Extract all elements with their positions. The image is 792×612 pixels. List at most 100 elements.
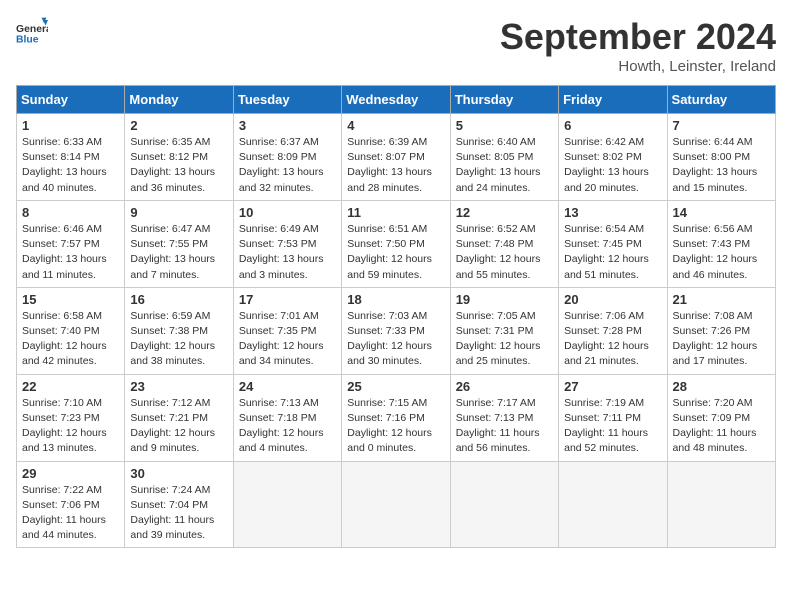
day-info: Sunrise: 6:47 AM Sunset: 7:55 PM Dayligh… — [130, 222, 227, 283]
day-number: 25 — [347, 379, 444, 394]
header-thursday: Thursday — [450, 86, 558, 114]
calendar-header-row: Sunday Monday Tuesday Wednesday Thursday… — [17, 86, 776, 114]
calendar-week-row: 8 Sunrise: 6:46 AM Sunset: 7:57 PM Dayli… — [17, 200, 776, 287]
day-info: Sunrise: 7:15 AM Sunset: 7:16 PM Dayligh… — [347, 396, 444, 457]
day-number: 7 — [673, 118, 770, 133]
day-info: Sunrise: 6:42 AM Sunset: 8:02 PM Dayligh… — [564, 135, 661, 196]
title-section: September 2024 Howth, Leinster, Ireland — [500, 16, 776, 75]
day-number: 12 — [456, 205, 553, 220]
calendar-cell: 7 Sunrise: 6:44 AM Sunset: 8:00 PM Dayli… — [667, 114, 775, 201]
day-number: 28 — [673, 379, 770, 394]
day-number: 22 — [22, 379, 119, 394]
calendar-week-row: 29 Sunrise: 7:22 AM Sunset: 7:06 PM Dayl… — [17, 461, 776, 548]
calendar-cell: 29 Sunrise: 7:22 AM Sunset: 7:06 PM Dayl… — [17, 461, 125, 548]
day-number: 9 — [130, 205, 227, 220]
calendar-cell: 14 Sunrise: 6:56 AM Sunset: 7:43 PM Dayl… — [667, 200, 775, 287]
day-number: 10 — [239, 205, 336, 220]
day-info: Sunrise: 7:24 AM Sunset: 7:04 PM Dayligh… — [130, 483, 227, 544]
day-info: Sunrise: 6:54 AM Sunset: 7:45 PM Dayligh… — [564, 222, 661, 283]
calendar-cell: 15 Sunrise: 6:58 AM Sunset: 7:40 PM Dayl… — [17, 287, 125, 374]
calendar-cell: 19 Sunrise: 7:05 AM Sunset: 7:31 PM Dayl… — [450, 287, 558, 374]
calendar-cell: 11 Sunrise: 6:51 AM Sunset: 7:50 PM Dayl… — [342, 200, 450, 287]
calendar-cell: 5 Sunrise: 6:40 AM Sunset: 8:05 PM Dayli… — [450, 114, 558, 201]
calendar-cell: 23 Sunrise: 7:12 AM Sunset: 7:21 PM Dayl… — [125, 374, 233, 461]
day-number: 30 — [130, 466, 227, 481]
calendar-cell: 17 Sunrise: 7:01 AM Sunset: 7:35 PM Dayl… — [233, 287, 341, 374]
calendar-cell: 24 Sunrise: 7:13 AM Sunset: 7:18 PM Dayl… — [233, 374, 341, 461]
calendar-cell: 22 Sunrise: 7:10 AM Sunset: 7:23 PM Dayl… — [17, 374, 125, 461]
calendar-cell — [667, 461, 775, 548]
day-number: 5 — [456, 118, 553, 133]
day-info: Sunrise: 6:40 AM Sunset: 8:05 PM Dayligh… — [456, 135, 553, 196]
calendar-cell — [233, 461, 341, 548]
day-info: Sunrise: 6:44 AM Sunset: 8:00 PM Dayligh… — [673, 135, 770, 196]
day-info: Sunrise: 7:01 AM Sunset: 7:35 PM Dayligh… — [239, 309, 336, 370]
day-info: Sunrise: 6:39 AM Sunset: 8:07 PM Dayligh… — [347, 135, 444, 196]
day-info: Sunrise: 6:51 AM Sunset: 7:50 PM Dayligh… — [347, 222, 444, 283]
calendar-cell: 13 Sunrise: 6:54 AM Sunset: 7:45 PM Dayl… — [559, 200, 667, 287]
day-info: Sunrise: 7:06 AM Sunset: 7:28 PM Dayligh… — [564, 309, 661, 370]
calendar-cell: 25 Sunrise: 7:15 AM Sunset: 7:16 PM Dayl… — [342, 374, 450, 461]
calendar-cell: 12 Sunrise: 6:52 AM Sunset: 7:48 PM Dayl… — [450, 200, 558, 287]
day-number: 18 — [347, 292, 444, 307]
header-friday: Friday — [559, 86, 667, 114]
header-saturday: Saturday — [667, 86, 775, 114]
header-monday: Monday — [125, 86, 233, 114]
calendar-week-row: 1 Sunrise: 6:33 AM Sunset: 8:14 PM Dayli… — [17, 114, 776, 201]
day-number: 29 — [22, 466, 119, 481]
calendar-cell: 8 Sunrise: 6:46 AM Sunset: 7:57 PM Dayli… — [17, 200, 125, 287]
calendar-cell: 9 Sunrise: 6:47 AM Sunset: 7:55 PM Dayli… — [125, 200, 233, 287]
calendar-cell: 30 Sunrise: 7:24 AM Sunset: 7:04 PM Dayl… — [125, 461, 233, 548]
svg-text:General: General — [16, 24, 48, 35]
calendar-cell — [342, 461, 450, 548]
day-info: Sunrise: 7:08 AM Sunset: 7:26 PM Dayligh… — [673, 309, 770, 370]
month-title: September 2024 — [500, 16, 776, 58]
calendar-cell: 27 Sunrise: 7:19 AM Sunset: 7:11 PM Dayl… — [559, 374, 667, 461]
header-tuesday: Tuesday — [233, 86, 341, 114]
calendar-cell: 26 Sunrise: 7:17 AM Sunset: 7:13 PM Dayl… — [450, 374, 558, 461]
calendar-cell: 2 Sunrise: 6:35 AM Sunset: 8:12 PM Dayli… — [125, 114, 233, 201]
calendar-cell — [559, 461, 667, 548]
day-number: 21 — [673, 292, 770, 307]
calendar-cell — [450, 461, 558, 548]
header-sunday: Sunday — [17, 86, 125, 114]
day-info: Sunrise: 6:56 AM Sunset: 7:43 PM Dayligh… — [673, 222, 770, 283]
calendar-table: Sunday Monday Tuesday Wednesday Thursday… — [16, 85, 776, 548]
day-number: 8 — [22, 205, 119, 220]
header-wednesday: Wednesday — [342, 86, 450, 114]
day-number: 1 — [22, 118, 119, 133]
day-number: 16 — [130, 292, 227, 307]
day-number: 11 — [347, 205, 444, 220]
day-info: Sunrise: 7:05 AM Sunset: 7:31 PM Dayligh… — [456, 309, 553, 370]
calendar-cell: 3 Sunrise: 6:37 AM Sunset: 8:09 PM Dayli… — [233, 114, 341, 201]
svg-text:Blue: Blue — [16, 34, 39, 45]
day-info: Sunrise: 6:59 AM Sunset: 7:38 PM Dayligh… — [130, 309, 227, 370]
page-header: General Blue September 2024 Howth, Leins… — [16, 16, 776, 75]
day-number: 26 — [456, 379, 553, 394]
day-info: Sunrise: 6:33 AM Sunset: 8:14 PM Dayligh… — [22, 135, 119, 196]
calendar-cell: 20 Sunrise: 7:06 AM Sunset: 7:28 PM Dayl… — [559, 287, 667, 374]
calendar-cell: 1 Sunrise: 6:33 AM Sunset: 8:14 PM Dayli… — [17, 114, 125, 201]
day-number: 3 — [239, 118, 336, 133]
day-number: 15 — [22, 292, 119, 307]
day-info: Sunrise: 7:03 AM Sunset: 7:33 PM Dayligh… — [347, 309, 444, 370]
calendar-cell: 6 Sunrise: 6:42 AM Sunset: 8:02 PM Dayli… — [559, 114, 667, 201]
day-number: 23 — [130, 379, 227, 394]
day-info: Sunrise: 6:58 AM Sunset: 7:40 PM Dayligh… — [22, 309, 119, 370]
day-info: Sunrise: 7:20 AM Sunset: 7:09 PM Dayligh… — [673, 396, 770, 457]
calendar-week-row: 15 Sunrise: 6:58 AM Sunset: 7:40 PM Dayl… — [17, 287, 776, 374]
day-info: Sunrise: 7:10 AM Sunset: 7:23 PM Dayligh… — [22, 396, 119, 457]
logo: General Blue — [16, 16, 48, 48]
day-info: Sunrise: 7:12 AM Sunset: 7:21 PM Dayligh… — [130, 396, 227, 457]
day-info: Sunrise: 7:22 AM Sunset: 7:06 PM Dayligh… — [22, 483, 119, 544]
day-info: Sunrise: 7:17 AM Sunset: 7:13 PM Dayligh… — [456, 396, 553, 457]
calendar-cell: 21 Sunrise: 7:08 AM Sunset: 7:26 PM Dayl… — [667, 287, 775, 374]
calendar-cell: 16 Sunrise: 6:59 AM Sunset: 7:38 PM Dayl… — [125, 287, 233, 374]
day-number: 24 — [239, 379, 336, 394]
day-number: 4 — [347, 118, 444, 133]
day-info: Sunrise: 6:52 AM Sunset: 7:48 PM Dayligh… — [456, 222, 553, 283]
day-number: 14 — [673, 205, 770, 220]
calendar-cell: 18 Sunrise: 7:03 AM Sunset: 7:33 PM Dayl… — [342, 287, 450, 374]
day-number: 13 — [564, 205, 661, 220]
day-info: Sunrise: 7:19 AM Sunset: 7:11 PM Dayligh… — [564, 396, 661, 457]
